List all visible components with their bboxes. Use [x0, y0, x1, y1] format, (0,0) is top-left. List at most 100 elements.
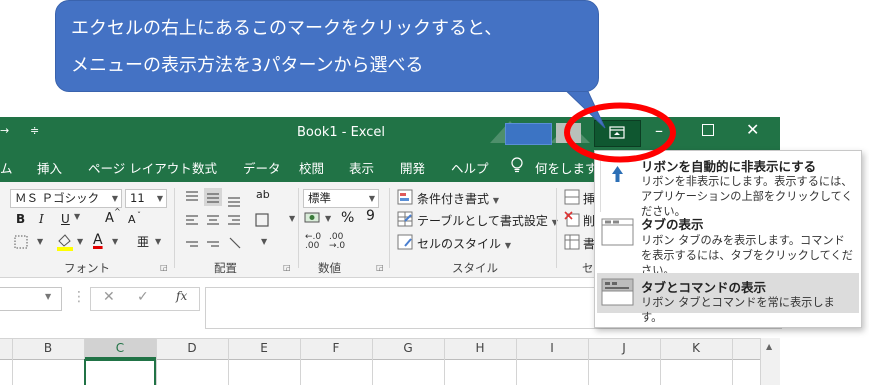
- chevron-down-icon[interactable]: ▼: [112, 237, 118, 246]
- column-gridline: [444, 338, 445, 385]
- format-as-table-button[interactable]: テーブルとして書式設定 ▼: [417, 212, 558, 229]
- tab-review[interactable]: 校閲: [299, 158, 324, 177]
- format-as-table-icon: [397, 211, 413, 227]
- vertical-scrollbar[interactable]: ▲: [760, 338, 780, 385]
- chevron-down-icon[interactable]: ▼: [37, 237, 43, 246]
- increase-decimal-icon[interactable]: ←.0.00: [305, 233, 321, 251]
- column-header-i[interactable]: I: [516, 341, 588, 355]
- number-format-value: 標準: [308, 191, 331, 205]
- menu-item-title: タブの表示: [641, 217, 704, 232]
- column-gridline: [228, 338, 229, 385]
- close-icon[interactable]: ✕: [746, 120, 759, 139]
- callout-joint: [556, 85, 588, 88]
- chevron-down-icon: ▼: [45, 292, 52, 301]
- delete-cells-icon: [564, 211, 580, 227]
- font-launcher-icon[interactable]: ◲: [160, 263, 168, 272]
- column-header-j[interactable]: J: [588, 341, 660, 355]
- divider: [174, 188, 175, 268]
- column-header-h[interactable]: H: [444, 341, 516, 355]
- tab-page-layout[interactable]: ページ レイアウト: [88, 158, 192, 177]
- comma-button[interactable]: 9: [366, 208, 375, 224]
- caret-up-icon: ^: [114, 207, 121, 216]
- divider: [556, 188, 557, 268]
- menu-item-description: リボン タブのみを表示します。コマンドを表示するには、タブをクリックしてください…: [641, 234, 853, 277]
- column-gridline: [372, 338, 373, 385]
- currency-icon[interactable]: [304, 210, 322, 226]
- column-header-f[interactable]: F: [300, 341, 372, 355]
- group-label-alignment: 配置: [214, 261, 237, 275]
- menu-item-title: タブとコマンドの表示: [641, 280, 767, 295]
- column-gridline: [300, 338, 301, 385]
- show-tabs-and-commands-icon: [601, 278, 634, 306]
- insert-function-button[interactable]: fx: [176, 289, 187, 303]
- enter-entry-button[interactable]: ✓: [137, 289, 149, 305]
- percent-button[interactable]: %: [341, 210, 354, 226]
- column-header-b[interactable]: B: [12, 341, 84, 355]
- cancel-entry-button[interactable]: ✕: [103, 289, 115, 305]
- chevron-down-icon[interactable]: ▼: [155, 237, 161, 246]
- maximize-icon[interactable]: [702, 124, 714, 136]
- column-header-k[interactable]: K: [660, 341, 732, 355]
- account-box[interactable]: [505, 123, 552, 145]
- number-launcher-icon[interactable]: ◲: [376, 263, 384, 272]
- conditional-formatting-button[interactable]: 条件付き書式 ▼: [417, 190, 499, 207]
- column-header-g[interactable]: G: [372, 341, 444, 355]
- grow-font-button[interactable]: A: [105, 211, 114, 226]
- chevron-down-icon[interactable]: ▼: [325, 214, 331, 223]
- column-header-e[interactable]: E: [228, 341, 300, 355]
- cell-styles-label: セルのスタイル: [417, 237, 502, 251]
- decrease-decimal-icon[interactable]: .00 →.0: [329, 233, 345, 251]
- column-header-c[interactable]: C: [84, 341, 156, 355]
- column-header-d[interactable]: D: [156, 341, 228, 355]
- tab-insert[interactable]: 挿入: [37, 158, 62, 177]
- format-cells-icon: [564, 234, 580, 250]
- group-label-cells: セ: [582, 261, 594, 275]
- column-gridline: [12, 338, 13, 385]
- group-label-styles: スタイル: [452, 261, 498, 275]
- tab-formulas[interactable]: 数式: [192, 158, 217, 177]
- insert-cells-icon: [564, 189, 580, 205]
- chevron-down-icon[interactable]: ▼: [261, 237, 267, 246]
- bold-button[interactable]: B: [16, 212, 25, 226]
- italic-button[interactable]: I: [39, 212, 44, 226]
- alignment-launcher-icon[interactable]: ◲: [283, 263, 291, 272]
- divider: [298, 188, 299, 268]
- tab-help[interactable]: ヘルプ: [451, 158, 489, 177]
- chevron-down-icon[interactable]: ▼: [74, 212, 80, 221]
- group-label-font: フォント: [64, 261, 110, 275]
- cell-styles-icon: [397, 234, 413, 250]
- font-name-select[interactable]: ＭＳ Ｐゴシック ▼: [10, 189, 122, 208]
- selected-cell[interactable]: [84, 359, 156, 385]
- tab-view[interactable]: 表示: [349, 158, 374, 177]
- drag-handle-icon[interactable]: ⋮: [72, 289, 86, 305]
- chevron-down-icon: ▼: [492, 196, 499, 205]
- quick-access-arrow-icon[interactable]: →: [0, 124, 9, 137]
- highlight-ellipse-icon: [564, 102, 676, 163]
- column-gridline: [660, 338, 661, 385]
- fill-color-icon[interactable]: [56, 233, 74, 251]
- borders-icon[interactable]: [14, 235, 28, 249]
- underline-button[interactable]: U: [61, 212, 70, 226]
- phonetic-icon[interactable]: 亜: [137, 233, 149, 250]
- scroll-up-icon[interactable]: ▲: [766, 342, 772, 351]
- column-gridline: [588, 338, 589, 385]
- tab-home[interactable]: ム: [0, 158, 13, 177]
- chevron-down-icon: ▼: [156, 194, 163, 203]
- wrap-text-icon[interactable]: ab: [256, 188, 270, 201]
- chevron-down-icon[interactable]: ▼: [77, 237, 83, 246]
- lightbulb-icon: [511, 157, 523, 173]
- name-box[interactable]: ▼: [0, 287, 62, 311]
- conditional-formatting-label: 条件付き書式: [417, 192, 490, 206]
- font-color-icon[interactable]: A: [93, 232, 103, 248]
- column-gridline: [732, 338, 733, 385]
- chevron-down-icon[interactable]: ▼: [289, 214, 295, 223]
- group-label-number: 数値: [318, 261, 341, 275]
- cell-styles-button[interactable]: セルのスタイル ▼: [417, 235, 511, 252]
- tab-data[interactable]: データ: [243, 158, 281, 177]
- shrink-font-button[interactable]: A: [128, 213, 136, 226]
- tab-developer[interactable]: 開発: [400, 158, 425, 177]
- quick-access-dropdown-icon[interactable]: ≑: [30, 124, 39, 137]
- font-size-select[interactable]: 11 ▼: [125, 189, 167, 208]
- number-format-select[interactable]: 標準 ▼: [303, 189, 379, 208]
- font-size-value: 11: [130, 191, 145, 205]
